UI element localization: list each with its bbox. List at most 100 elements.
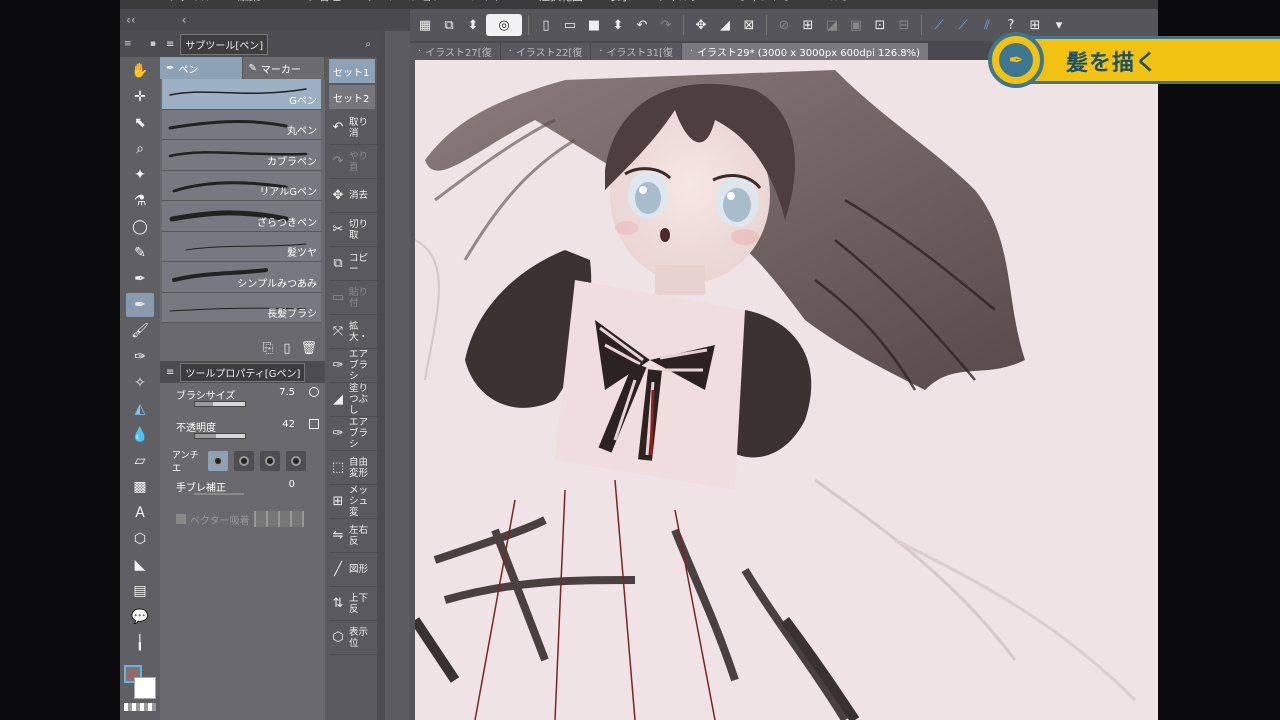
command-item[interactable]: ⬚ 自由変形 bbox=[329, 451, 377, 485]
panel-menu-icon[interactable]: ≡ bbox=[124, 39, 132, 49]
trash-icon[interactable]: 🗑 bbox=[300, 341, 317, 356]
deselect-icon[interactable]: ⊘ bbox=[773, 14, 795, 36]
balloon-tool-icon[interactable]: 💬 bbox=[126, 605, 154, 629]
eraser-tool-icon[interactable]: ▱ bbox=[126, 449, 154, 473]
brush-size-slider[interactable] bbox=[194, 401, 246, 407]
snap-ruler-icon[interactable]: ⟋ bbox=[928, 14, 950, 36]
move-tool-icon[interactable]: ✛ bbox=[126, 85, 154, 109]
menu-help[interactable]: ヘルプ bbox=[819, 0, 852, 9]
command-item[interactable]: ▭ 貼り付 bbox=[329, 281, 377, 315]
stabilization-value[interactable]: 0 bbox=[289, 479, 295, 490]
command-item[interactable]: ⬡ 表示位 bbox=[329, 621, 377, 655]
spinner-icon[interactable]: ⬍ bbox=[462, 14, 484, 36]
scrollbar[interactable] bbox=[377, 31, 385, 720]
new-subtool-icon[interactable]: ▯ bbox=[283, 341, 290, 356]
panel-menu-icon[interactable]: ≡ bbox=[166, 367, 174, 378]
transparent-color-swatch[interactable] bbox=[124, 703, 156, 711]
clip-studio-icon[interactable]: ◎ bbox=[486, 14, 522, 36]
menu-filter[interactable]: フィルター bbox=[657, 0, 712, 9]
brush-tool-icon[interactable]: 🖌 bbox=[126, 319, 154, 343]
set-2-button[interactable]: セット2 bbox=[329, 85, 375, 109]
pen-tool-icon[interactable]: ✒ bbox=[126, 267, 154, 291]
opacity-slider[interactable] bbox=[194, 433, 246, 439]
lasso-icon[interactable]: ◯ bbox=[126, 215, 154, 239]
fill-tool-icon[interactable]: 💧 bbox=[126, 423, 154, 447]
command-item[interactable]: ◢ 塗りつぶし bbox=[329, 383, 377, 417]
opacity-settings-icon[interactable] bbox=[309, 419, 319, 429]
undo-icon[interactable]: ↶ bbox=[631, 14, 653, 36]
lock-icon[interactable]: ▪ bbox=[150, 39, 156, 49]
correct-line-icon[interactable]: ╽ bbox=[126, 631, 154, 655]
brush-item[interactable]: シンプルみつあみ bbox=[162, 262, 321, 293]
menu-page[interactable]: ページ管理 bbox=[286, 0, 341, 9]
antialias-mid-button[interactable] bbox=[260, 451, 280, 471]
tab-pen[interactable]: ✒ ペン bbox=[160, 57, 243, 79]
menu-view[interactable]: 表示 bbox=[609, 0, 631, 9]
eyedropper-icon[interactable]: ⚗ bbox=[126, 189, 154, 213]
command-item[interactable]: ⊞ メッシュ変 bbox=[329, 485, 377, 519]
blend-tool-icon[interactable]: ◭ bbox=[126, 397, 154, 421]
command-item[interactable]: ⧉ コピー bbox=[329, 247, 377, 281]
collapse-icon[interactable]: ‹ bbox=[182, 13, 187, 27]
command-item[interactable]: ✑ エアブラシ bbox=[329, 417, 377, 451]
decoration-tool-icon[interactable]: ✧ bbox=[126, 371, 154, 395]
collapse-left-icon[interactable]: ‹‹ bbox=[126, 13, 136, 27]
frame-tool-icon[interactable]: ▤ bbox=[126, 579, 154, 603]
tab-marker[interactable]: ✎ マーカー bbox=[242, 57, 325, 79]
menu-window[interactable]: ウィンドウ bbox=[738, 0, 793, 9]
airbrush-tool-icon[interactable]: ✑ bbox=[126, 345, 154, 369]
auto-select-icon[interactable]: ✦ bbox=[126, 163, 154, 187]
command-item[interactable]: ↶ 取り消 bbox=[329, 111, 377, 145]
doc-tab-31[interactable]: イラスト31[復 bbox=[591, 43, 681, 60]
expand-selection-icon[interactable]: ▣ bbox=[845, 14, 867, 36]
new-file-icon[interactable]: ▯ bbox=[535, 14, 557, 36]
command-item[interactable]: ╱ 図形 bbox=[329, 553, 377, 587]
command-item[interactable]: ✂ 切り取 bbox=[329, 213, 377, 247]
brush-item[interactable]: ざらつきペン bbox=[162, 201, 321, 232]
opacity-value[interactable]: 42 bbox=[282, 419, 295, 430]
menu-edit[interactable]: 編集 bbox=[238, 0, 260, 9]
brush-item[interactable]: リアルGペン bbox=[162, 170, 321, 201]
menu-selection[interactable]: 選択範囲 bbox=[539, 0, 583, 9]
brush-item[interactable]: 長髪ブラシ bbox=[162, 292, 321, 323]
save-icon[interactable]: ■ bbox=[583, 14, 605, 36]
canvas-settings-icon[interactable]: ⧉ bbox=[438, 14, 460, 36]
copy-subtool-icon[interactable]: ⎘ bbox=[263, 341, 273, 356]
menu-layer[interactable]: レイヤー bbox=[469, 0, 513, 9]
doc-tab-27[interactable]: イラスト27[復 bbox=[410, 43, 500, 60]
doc-tab-22[interactable]: イラスト22[復 bbox=[500, 43, 591, 60]
search-icon[interactable]: ⌕ bbox=[365, 39, 371, 50]
select-all-icon[interactable]: ⊞ bbox=[797, 14, 819, 36]
panel-menu-icon[interactable]: ≡ bbox=[166, 39, 174, 50]
command-item[interactable]: ⇋ 左右反 bbox=[329, 519, 377, 553]
vector-snap-checkbox[interactable] bbox=[176, 514, 186, 524]
ruler-tool-icon[interactable]: ◣ bbox=[126, 553, 154, 577]
antialias-strong-button[interactable] bbox=[286, 451, 306, 471]
snap-special-icon[interactable]: ⟋ bbox=[952, 14, 974, 36]
open-file-icon[interactable]: ▭ bbox=[559, 14, 581, 36]
crop-icon[interactable]: ⊡ bbox=[869, 14, 891, 36]
command-item[interactable]: ⤧ 拡大・ bbox=[329, 315, 377, 349]
fill-icon[interactable]: ◢ bbox=[714, 14, 736, 36]
command-item[interactable]: ⇅ 上下反 bbox=[329, 587, 377, 621]
brush-item[interactable]: Gペン bbox=[162, 79, 321, 110]
brush-size-value[interactable]: 7.5 bbox=[279, 387, 295, 398]
zoom-tool-icon[interactable]: ⌕ bbox=[126, 137, 154, 161]
invert-selection-icon[interactable]: ◪ bbox=[821, 14, 843, 36]
operation-tool-icon[interactable]: ⬉ bbox=[126, 111, 154, 135]
antialias-none-button[interactable] bbox=[208, 451, 228, 471]
spinner-icon[interactable]: ⬍ bbox=[607, 14, 629, 36]
hand-tool-icon[interactable]: ✋ bbox=[126, 59, 154, 83]
brush-item[interactable]: 丸ペン bbox=[162, 109, 321, 140]
stabilization-slider[interactable] bbox=[194, 493, 244, 495]
figure-tool-icon[interactable]: ⬡ bbox=[126, 527, 154, 551]
pen-tool-active-icon[interactable]: ✒ bbox=[126, 293, 154, 317]
grid-icon[interactable]: ▦ bbox=[414, 14, 436, 36]
menu-animation[interactable]: アニメーション bbox=[367, 0, 444, 9]
doc-tab-29-active[interactable]: イラスト29* (3000 x 3000px 600dpi 126.8%) bbox=[681, 43, 929, 60]
brush-item[interactable]: 髪ツヤ bbox=[162, 231, 321, 262]
command-item[interactable]: ✑ エアブラシ bbox=[329, 349, 377, 383]
vector-snap-options[interactable] bbox=[253, 511, 304, 527]
brush-item[interactable]: カブラペン bbox=[162, 140, 321, 171]
command-item[interactable]: ↷ やり直 bbox=[329, 145, 377, 179]
